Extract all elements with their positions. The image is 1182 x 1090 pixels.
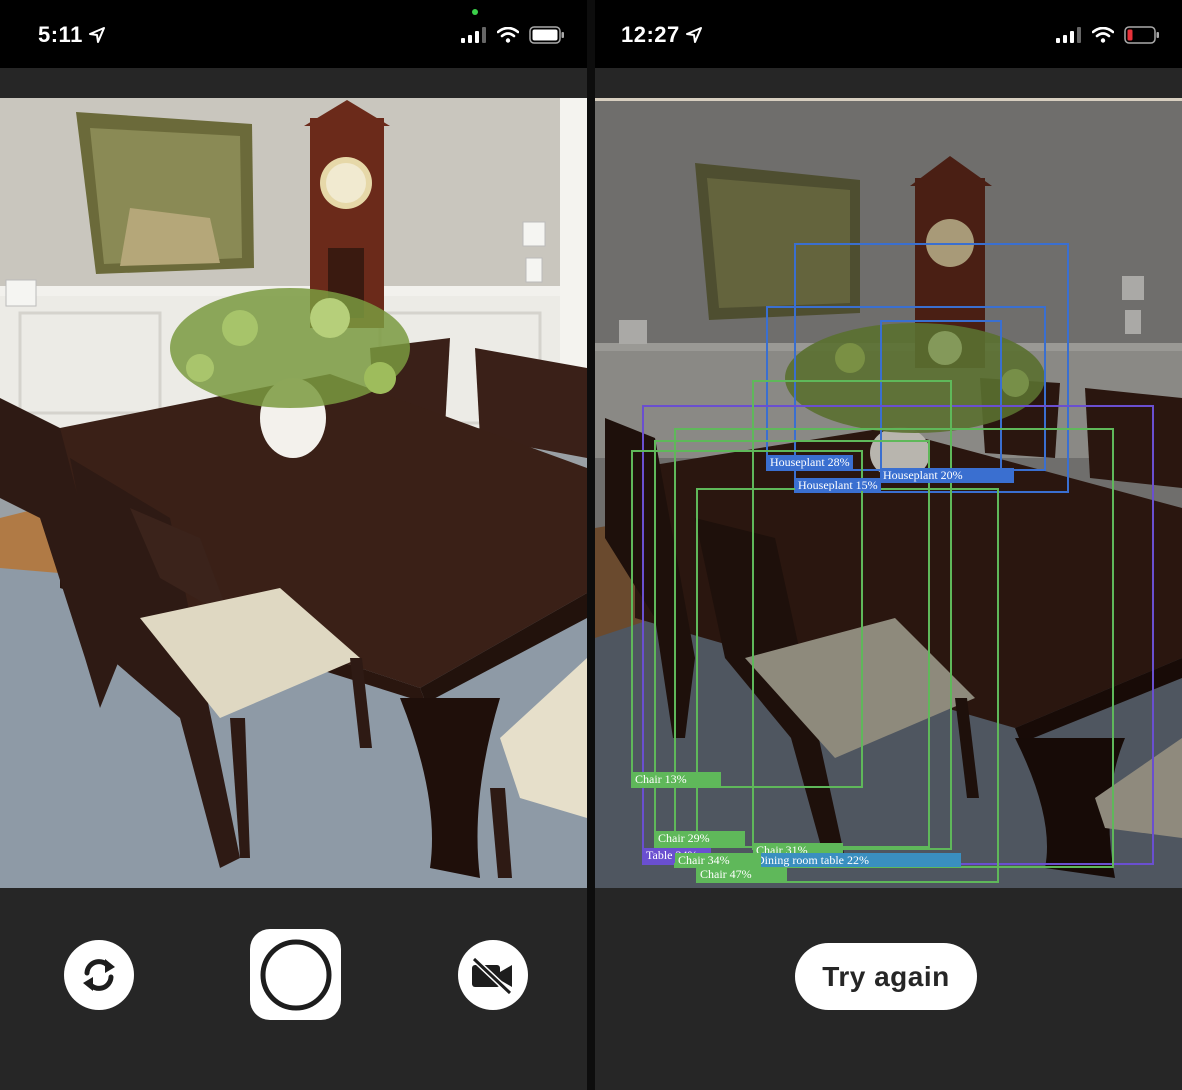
- camera-indicator-dot: [472, 9, 478, 15]
- video-toggle-button[interactable]: [458, 940, 528, 1010]
- shutter-button[interactable]: [250, 929, 341, 1020]
- video-off-icon: [471, 956, 513, 995]
- flip-camera-button[interactable]: [64, 940, 134, 1010]
- dining-room-photo: [0, 98, 587, 888]
- detection-label: Dining room table 22%: [753, 853, 961, 867]
- detection-label: Chair 34%: [675, 853, 761, 868]
- status-time: 5:11: [38, 22, 83, 47]
- wifi-icon: [497, 27, 519, 43]
- detection-label: Houseplant 28%: [767, 455, 853, 470]
- detection-label: Chair 47%: [697, 867, 787, 882]
- location-arrow-icon: [685, 27, 702, 43]
- camera-flip-icon: [83, 959, 115, 991]
- screen-divider: [587, 0, 595, 1090]
- try-again-button[interactable]: Try again: [795, 943, 977, 1010]
- detection-label: Houseplant 15%: [795, 478, 881, 491]
- detection-label: Houseplant 20%: [880, 468, 1014, 483]
- detection-box-chair: [696, 488, 999, 883]
- cellular-signal-icon: [1056, 27, 1081, 43]
- detection-label: Chair 13%: [632, 772, 721, 788]
- detection-results-screen: 12:27 Houseplant 28% Houseplant 20% Hous…: [595, 0, 1182, 1090]
- status-bar: 5:11: [0, 0, 587, 68]
- camera-preview: [0, 98, 587, 888]
- detection-label: Chair 29%: [655, 831, 745, 846]
- location-arrow-icon: [88, 27, 105, 43]
- status-bar: 12:27: [595, 0, 1182, 68]
- cellular-signal-icon: [461, 27, 486, 43]
- battery-full-icon: [529, 26, 564, 44]
- battery-low-icon: [1124, 26, 1159, 44]
- detection-label: Chair 31%: [753, 843, 843, 853]
- shutter-icon: [260, 939, 331, 1010]
- wifi-icon: [1092, 27, 1114, 43]
- camera-screen: 5:11: [0, 0, 587, 1090]
- status-time: 12:27: [621, 22, 680, 47]
